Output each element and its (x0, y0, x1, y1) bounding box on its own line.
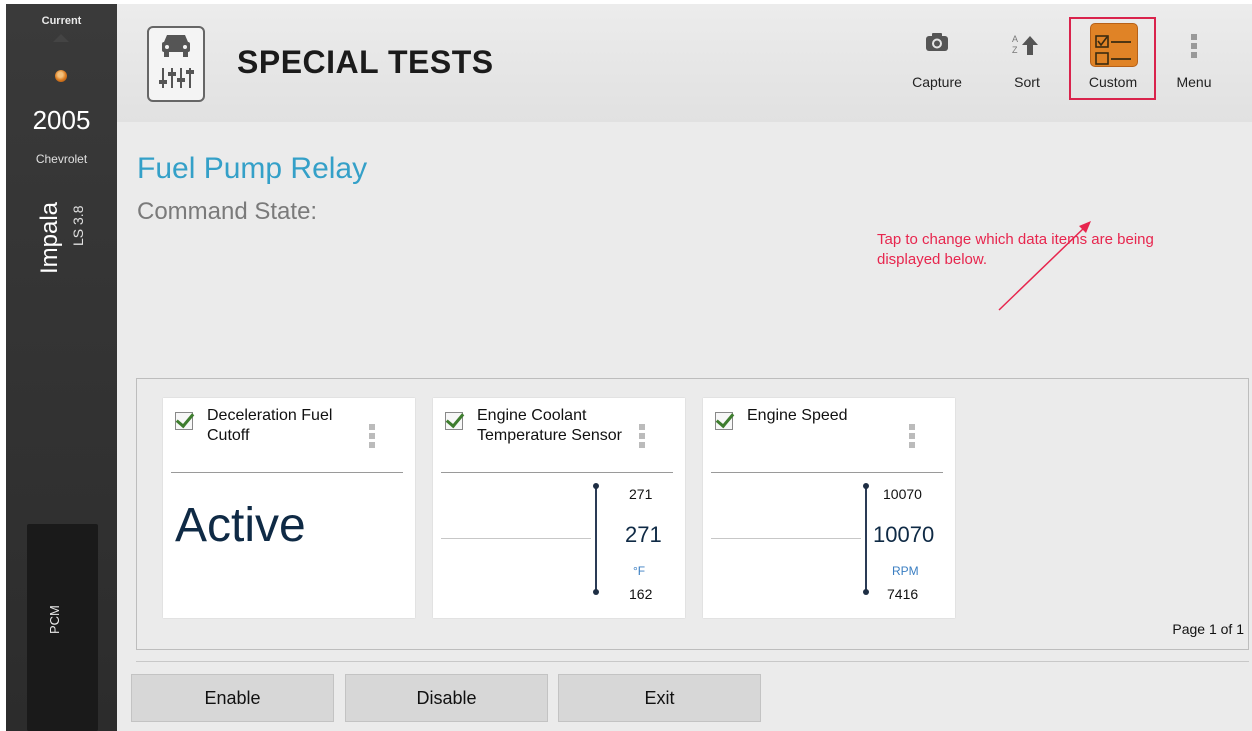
card-menu-icon[interactable] (639, 424, 645, 454)
data-item-title: Engine Speed (747, 407, 848, 424)
svg-text:A: A (1012, 34, 1018, 44)
data-item-value: Active (175, 499, 306, 552)
gauge-current-value: 10070 (873, 522, 935, 547)
data-items-panel: Deceleration Fuel Cutoff Active Engine C… (136, 378, 1249, 650)
gauge-baseline (441, 538, 591, 539)
annotation-text: Tap to change which data items are being… (877, 231, 1154, 268)
card-divider (441, 472, 673, 473)
pagination-label: Page 1 of 1 (1172, 621, 1244, 637)
data-item-checkbox[interactable] (715, 412, 733, 430)
vehicle-model: Impala (36, 201, 63, 274)
sort-label: Sort (1014, 74, 1040, 90)
gauge-unit: RPM (892, 564, 919, 578)
custom-button[interactable]: Custom (1077, 23, 1149, 96)
camera-icon (926, 33, 948, 51)
vehicle-trim: LS 3.8 (70, 205, 86, 246)
module-pcm-button[interactable]: PCM (27, 524, 98, 731)
card-menu-icon[interactable] (369, 424, 375, 454)
data-item-checkbox[interactable] (175, 412, 193, 430)
module-pcm-label: PCM (47, 605, 62, 634)
capture-button[interactable]: Capture (907, 26, 967, 96)
current-indicator-notch (53, 34, 69, 42)
data-item-card: Engine Coolant Temperature Sensor 271 27… (433, 398, 685, 618)
gauge-baseline (711, 538, 861, 539)
sort-az-icon: A Z (1012, 34, 1038, 55)
vehicle-year: 2005 (32, 105, 91, 135)
exit-button[interactable]: Exit (558, 674, 761, 722)
command-state-label: Command State: (137, 198, 318, 225)
gauge-min-value: 7416 (887, 586, 919, 602)
main-content: Fuel Pump Relay Command State: Tap to ch… (117, 122, 1252, 731)
data-item-card: Deceleration Fuel Cutoff Active (163, 398, 415, 618)
sort-button[interactable]: A Z Sort (1002, 26, 1052, 96)
data-item-card: Engine Speed 10070 10070 RPM 7416 (703, 398, 955, 618)
disable-button[interactable]: Disable (345, 674, 548, 722)
menu-button[interactable]: Menu (1169, 26, 1219, 96)
enable-button[interactable]: Enable (131, 674, 334, 722)
test-name: Fuel Pump Relay (137, 152, 368, 185)
gauge-unit: °F (633, 564, 646, 578)
button-separator (136, 661, 1249, 662)
page-title: SPECIAL TESTS (237, 44, 494, 80)
car-sliders-icon (159, 35, 194, 88)
gauge-range-bar (863, 483, 869, 595)
menu-label: Menu (1176, 74, 1212, 90)
header-bar: SPECIAL TESTS Capture A Z Sort Custom Me… (117, 4, 1252, 122)
card-menu-icon[interactable] (909, 424, 915, 454)
capture-label: Capture (912, 74, 962, 90)
connection-status-icon (55, 70, 67, 82)
card-divider (171, 472, 403, 473)
gauge-max-value: 271 (629, 486, 653, 502)
custom-checklist-icon (1090, 23, 1138, 67)
data-item-checkbox[interactable] (445, 412, 463, 430)
custom-label: Custom (1088, 74, 1138, 90)
data-item-title: Deceleration Fuel Cutoff (207, 407, 333, 444)
gauge-range-bar (593, 483, 599, 595)
gauge-current-value: 271 (625, 522, 662, 547)
card-divider (711, 472, 943, 473)
svg-text:Z: Z (1012, 45, 1018, 55)
data-item-title: Engine Coolant Temperature Sensor (477, 407, 622, 444)
vehicle-make: Chevrolet (35, 152, 88, 166)
vehicle-sidebar: Current 2005 Chevrolet Impala LS 3.8 PCM (6, 4, 117, 731)
special-tests-app-icon (147, 26, 205, 102)
gauge-max-value: 10070 (883, 486, 922, 502)
kebab-menu-icon (1191, 34, 1197, 58)
gauge-min-value: 162 (629, 586, 653, 602)
